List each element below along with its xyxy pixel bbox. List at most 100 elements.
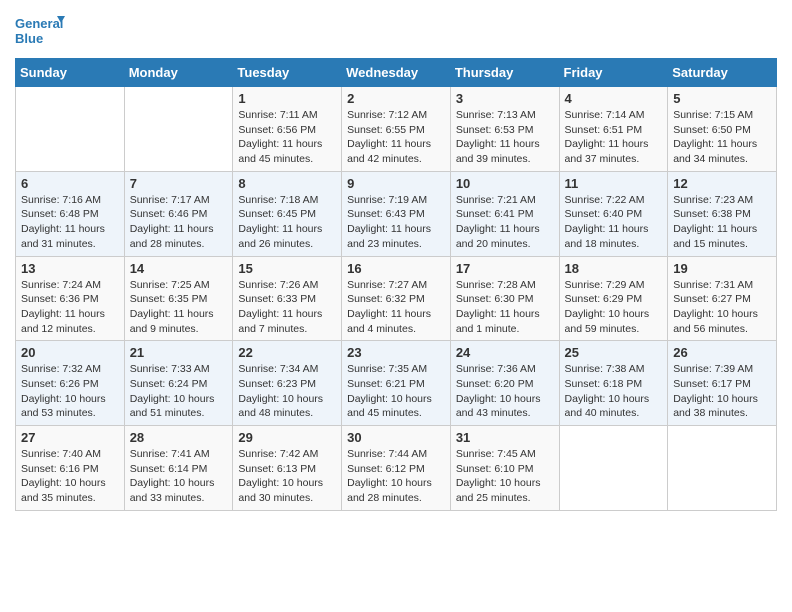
day-number: 28 [130, 430, 228, 445]
header-day: Sunday [16, 59, 125, 87]
day-number: 4 [565, 91, 663, 106]
day-number: 20 [21, 345, 119, 360]
calendar-day: 20Sunrise: 7:32 AM Sunset: 6:26 PM Dayli… [16, 341, 125, 426]
day-info: Sunrise: 7:29 AM Sunset: 6:29 PM Dayligh… [565, 278, 663, 337]
day-info: Sunrise: 7:38 AM Sunset: 6:18 PM Dayligh… [565, 362, 663, 421]
day-number: 22 [238, 345, 336, 360]
day-info: Sunrise: 7:23 AM Sunset: 6:38 PM Dayligh… [673, 193, 771, 252]
calendar-day: 13 Sunrise: 7:24 AM Sunset: 6:36 PM Dayli… [16, 256, 125, 341]
header-day: Thursday [450, 59, 559, 87]
header-day: Saturday [668, 59, 777, 87]
calendar-day: 31 Sunrise: 7:45 AM Sunset: 6:10 PM Dayli… [450, 426, 559, 511]
day-info: Sunrise: 7:44 AM Sunset: 6:12 PM Dayligh… [347, 447, 445, 506]
calendar-day: 30 Sunrise: 7:44 AM Sunset: 6:12 PM Dayli… [342, 426, 451, 511]
day-number: 10 [456, 176, 554, 191]
calendar-day: 18 Sunrise: 7:29 AM Sunset: 6:29 PM Dayli… [559, 256, 668, 341]
day-number: 1 [238, 91, 336, 106]
calendar-day: 16 Sunrise: 7:27 AM Sunset: 6:32 PM Dayli… [342, 256, 451, 341]
calendar-day: 19 Sunrise: 7:31 AM Sunset: 6:27 PM Dayli… [668, 256, 777, 341]
day-info: Sunrise: 7:21 AM Sunset: 6:41 PM Dayligh… [456, 193, 554, 252]
calendar-week: 13 Sunrise: 7:24 AM Sunset: 6:36 PM Dayli… [16, 256, 777, 341]
calendar-day: 15Sunrise: 7:26 AM Sunset: 6:33 PM Dayli… [233, 256, 342, 341]
calendar-day: 24Sunrise: 7:36 AM Sunset: 6:20 PM Dayli… [450, 341, 559, 426]
day-info: Sunrise: 7:40 AM Sunset: 6:16 PM Dayligh… [21, 447, 119, 506]
day-number: 17 [456, 261, 554, 276]
day-number: 11 [565, 176, 663, 191]
calendar-body: 1 Sunrise: 7:11 AM Sunset: 6:56 PM Daylig… [16, 87, 777, 511]
day-info: Sunrise: 7:34 AM Sunset: 6:23 PM Dayligh… [238, 362, 336, 421]
calendar-week: 27 Sunrise: 7:40 AM Sunset: 6:16 PM Dayli… [16, 426, 777, 511]
day-info: Sunrise: 7:27 AM Sunset: 6:32 PM Dayligh… [347, 278, 445, 337]
calendar-day: 28 Sunrise: 7:41 AM Sunset: 6:14 PM Dayli… [124, 426, 233, 511]
calendar-day: 17 Sunrise: 7:28 AM Sunset: 6:30 PM Dayli… [450, 256, 559, 341]
calendar-week: 6 Sunrise: 7:16 AM Sunset: 6:48 PM Daylig… [16, 171, 777, 256]
calendar-day: 4Sunrise: 7:14 AM Sunset: 6:51 PM Daylig… [559, 87, 668, 172]
day-info: Sunrise: 7:35 AM Sunset: 6:21 PM Dayligh… [347, 362, 445, 421]
day-info: Sunrise: 7:12 AM Sunset: 6:55 PM Dayligh… [347, 108, 445, 167]
calendar-week: 1 Sunrise: 7:11 AM Sunset: 6:56 PM Daylig… [16, 87, 777, 172]
svg-text:General: General [15, 16, 63, 31]
day-info: Sunrise: 7:13 AM Sunset: 6:53 PM Dayligh… [456, 108, 554, 167]
calendar-day: 2Sunrise: 7:12 AM Sunset: 6:55 PM Daylig… [342, 87, 451, 172]
calendar-day: 12 Sunrise: 7:23 AM Sunset: 6:38 PM Dayli… [668, 171, 777, 256]
day-number: 9 [347, 176, 445, 191]
day-info: Sunrise: 7:45 AM Sunset: 6:10 PM Dayligh… [456, 447, 554, 506]
calendar-day: 6 Sunrise: 7:16 AM Sunset: 6:48 PM Daylig… [16, 171, 125, 256]
day-number: 24 [456, 345, 554, 360]
calendar-day: 14Sunrise: 7:25 AM Sunset: 6:35 PM Dayli… [124, 256, 233, 341]
day-number: 31 [456, 430, 554, 445]
calendar-day: 3 Sunrise: 7:13 AM Sunset: 6:53 PM Daylig… [450, 87, 559, 172]
day-info: Sunrise: 7:28 AM Sunset: 6:30 PM Dayligh… [456, 278, 554, 337]
header-day: Tuesday [233, 59, 342, 87]
day-number: 6 [21, 176, 119, 191]
calendar-day: 26Sunrise: 7:39 AM Sunset: 6:17 PM Dayli… [668, 341, 777, 426]
day-info: Sunrise: 7:11 AM Sunset: 6:56 PM Dayligh… [238, 108, 336, 167]
calendar-day: 11 Sunrise: 7:22 AM Sunset: 6:40 PM Dayli… [559, 171, 668, 256]
day-info: Sunrise: 7:22 AM Sunset: 6:40 PM Dayligh… [565, 193, 663, 252]
day-number: 19 [673, 261, 771, 276]
day-number: 18 [565, 261, 663, 276]
day-number: 14 [130, 261, 228, 276]
day-info: Sunrise: 7:24 AM Sunset: 6:36 PM Dayligh… [21, 278, 119, 337]
day-number: 27 [21, 430, 119, 445]
calendar-day: 5Sunrise: 7:15 AM Sunset: 6:50 PM Daylig… [668, 87, 777, 172]
calendar-day: 29 Sunrise: 7:42 AM Sunset: 6:13 PM Dayli… [233, 426, 342, 511]
calendar-day: 21Sunrise: 7:33 AM Sunset: 6:24 PM Dayli… [124, 341, 233, 426]
day-number: 29 [238, 430, 336, 445]
day-info: Sunrise: 7:16 AM Sunset: 6:48 PM Dayligh… [21, 193, 119, 252]
day-info: Sunrise: 7:42 AM Sunset: 6:13 PM Dayligh… [238, 447, 336, 506]
page-container: General Blue SundayMondayTuesdayWednesda… [0, 0, 792, 521]
logo-svg: General Blue [15, 10, 65, 50]
svg-text:Blue: Blue [15, 31, 43, 46]
calendar-day [124, 87, 233, 172]
calendar-day: 8 Sunrise: 7:18 AM Sunset: 6:45 PM Daylig… [233, 171, 342, 256]
day-number: 3 [456, 91, 554, 106]
day-number: 5 [673, 91, 771, 106]
day-number: 12 [673, 176, 771, 191]
calendar-day [16, 87, 125, 172]
header-day: Wednesday [342, 59, 451, 87]
day-info: Sunrise: 7:19 AM Sunset: 6:43 PM Dayligh… [347, 193, 445, 252]
calendar-day: 27 Sunrise: 7:40 AM Sunset: 6:16 PM Dayli… [16, 426, 125, 511]
day-info: Sunrise: 7:31 AM Sunset: 6:27 PM Dayligh… [673, 278, 771, 337]
day-number: 13 [21, 261, 119, 276]
calendar-day [559, 426, 668, 511]
day-number: 16 [347, 261, 445, 276]
calendar-day: 10 Sunrise: 7:21 AM Sunset: 6:41 PM Dayli… [450, 171, 559, 256]
day-number: 25 [565, 345, 663, 360]
calendar-day: 1 Sunrise: 7:11 AM Sunset: 6:56 PM Daylig… [233, 87, 342, 172]
calendar-day: 9 Sunrise: 7:19 AM Sunset: 6:43 PM Daylig… [342, 171, 451, 256]
calendar-day: 25 Sunrise: 7:38 AM Sunset: 6:18 PM Dayli… [559, 341, 668, 426]
day-number: 23 [347, 345, 445, 360]
day-info: Sunrise: 7:41 AM Sunset: 6:14 PM Dayligh… [130, 447, 228, 506]
header-day: Monday [124, 59, 233, 87]
day-info: Sunrise: 7:18 AM Sunset: 6:45 PM Dayligh… [238, 193, 336, 252]
calendar-header: SundayMondayTuesdayWednesdayThursdayFrid… [16, 59, 777, 87]
calendar-day [668, 426, 777, 511]
day-number: 15 [238, 261, 336, 276]
day-number: 8 [238, 176, 336, 191]
calendar-day: 7Sunrise: 7:17 AM Sunset: 6:46 PM Daylig… [124, 171, 233, 256]
calendar-day: 23 Sunrise: 7:35 AM Sunset: 6:21 PM Dayli… [342, 341, 451, 426]
day-number: 30 [347, 430, 445, 445]
day-info: Sunrise: 7:39 AM Sunset: 6:17 PM Dayligh… [673, 362, 771, 421]
